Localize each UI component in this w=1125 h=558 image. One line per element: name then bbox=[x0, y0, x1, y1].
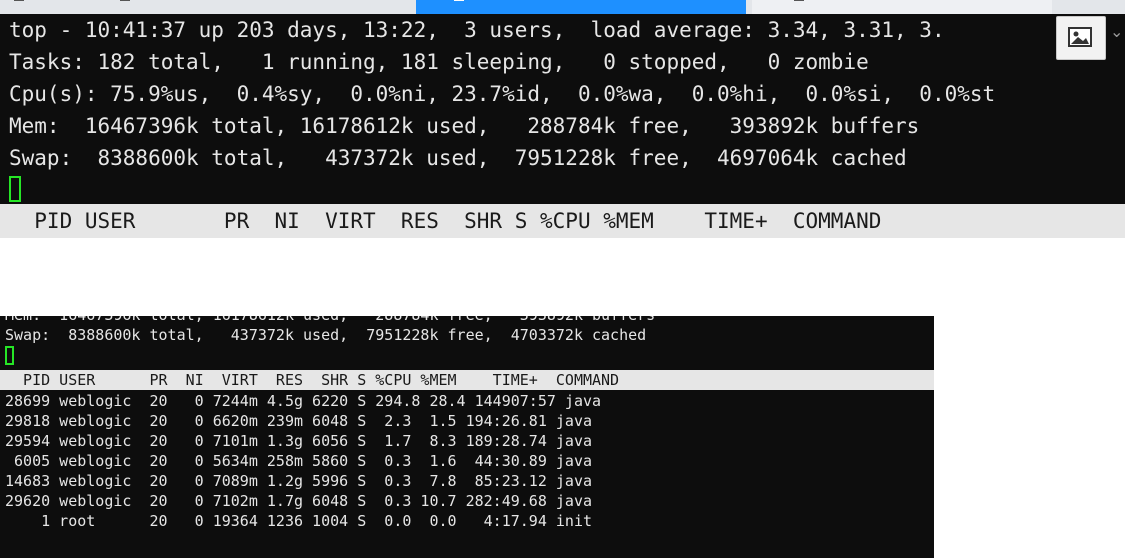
image-icon bbox=[1068, 27, 1092, 47]
process-row: 29594 weblogic 20 0 7101m 1.3g 6056 S 1.… bbox=[5, 432, 592, 450]
process-table-header: PID USER PR NI VIRT RES SHR S %CPU %MEM … bbox=[0, 370, 934, 390]
terminal-cursor bbox=[9, 176, 21, 202]
top-terminal-zoomed: top - 10:41:37 up 203 days, 13:22, 3 use… bbox=[0, 0, 1125, 238]
image-toolbar-button[interactable] bbox=[1056, 16, 1106, 60]
mem-line: Mem: 16467396k total, 16178612k used, 28… bbox=[9, 114, 920, 138]
tab-strip bbox=[0, 0, 1125, 14]
tab-mark bbox=[120, 0, 130, 1]
tab-active[interactable] bbox=[416, 0, 746, 14]
tab-mark bbox=[794, 0, 804, 1]
terminal-window-zoomed[interactable]: top - 10:41:37 up 203 days, 13:22, 3 use… bbox=[0, 14, 1125, 238]
top-terminal[interactable]: Mem: 16467396k total, 16178612k used, 28… bbox=[0, 316, 934, 558]
terminal-cursor bbox=[5, 346, 14, 365]
top-uptime-line: top - 10:41:37 up 203 days, 13:22, 3 use… bbox=[9, 18, 945, 42]
tab-inactive-right[interactable] bbox=[752, 0, 1052, 14]
chevron-down-icon[interactable]: ⌄ bbox=[1110, 22, 1123, 41]
process-row: 28699 weblogic 20 0 7244m 4.5g 6220 S 29… bbox=[5, 392, 602, 410]
process-table-header: PID USER PR NI VIRT RES SHR S %CPU %MEM … bbox=[0, 204, 1125, 238]
process-row: 6005 weblogic 20 0 5634m 258m 5860 S 0.3… bbox=[5, 452, 592, 470]
mem-line-partial: Mem: 16467396k total, 16178612k used, 28… bbox=[5, 316, 655, 325]
tab-inactive-left[interactable] bbox=[0, 0, 410, 14]
tasks-line: Tasks: 182 total, 1 running, 181 sleepin… bbox=[9, 50, 869, 74]
swap-line: Swap: 8388600k total, 437372k used, 7951… bbox=[5, 326, 647, 344]
cpu-line: Cpu(s): 75.9%us, 0.4%sy, 0.0%ni, 23.7%id… bbox=[9, 82, 996, 106]
process-row: 29818 weblogic 20 0 6620m 239m 6048 S 2.… bbox=[5, 412, 592, 430]
process-row: 29620 weblogic 20 0 7102m 1.7g 6048 S 0.… bbox=[5, 492, 592, 510]
process-row: 14683 weblogic 20 0 7089m 1.2g 5996 S 0.… bbox=[5, 472, 592, 490]
process-row: 1 root 20 0 19364 1236 1004 S 0.0 0.0 4:… bbox=[5, 512, 592, 530]
tab-mark bbox=[14, 0, 24, 1]
swap-line: Swap: 8388600k total, 437372k used, 7951… bbox=[9, 146, 907, 170]
tab-mark bbox=[454, 0, 464, 1]
